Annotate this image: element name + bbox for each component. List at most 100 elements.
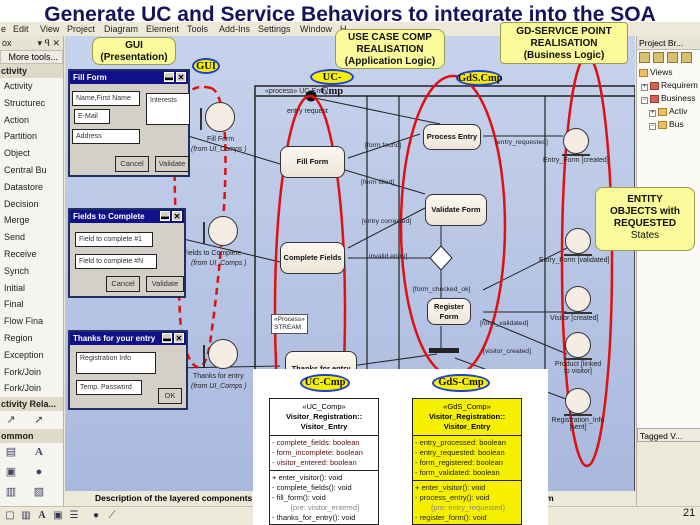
- image-icon[interactable]: ▨: [32, 485, 46, 499]
- toolbox-item-initial[interactable]: Initial: [0, 280, 63, 297]
- menu-window[interactable]: Window: [300, 24, 332, 34]
- tree-item-business[interactable]: − Business: [637, 92, 700, 105]
- toolbox-item-central-buffer[interactable]: Central Bu: [0, 162, 63, 179]
- close-icon[interactable]: ✕: [172, 211, 182, 221]
- tagged-values-panel: Tagged V...: [637, 428, 700, 506]
- field-to-complete-1[interactable]: Field to complete #1: [75, 232, 153, 247]
- toolbox-item-region[interactable]: Region: [0, 330, 63, 347]
- minimize-icon[interactable]: ▬: [164, 72, 174, 82]
- minimize-icon[interactable]: ▬: [160, 211, 170, 221]
- boundary-tool-icon[interactable]: ▢: [4, 510, 16, 522]
- toolbox-item-send[interactable]: Send: [0, 229, 63, 246]
- toolbox-item-partition[interactable]: Partition: [0, 128, 63, 145]
- validate-button[interactable]: Validate: [146, 276, 184, 292]
- cancel-button[interactable]: Cancel: [106, 276, 140, 292]
- note-icon[interactable]: ▥: [4, 485, 18, 499]
- text-icon[interactable]: A: [32, 445, 46, 459]
- toolbox-item-action[interactable]: Action: [0, 112, 63, 129]
- minimize-icon[interactable]: ▬: [162, 333, 172, 343]
- edge-label-form-found: [form found]: [365, 142, 402, 149]
- project-browser-header[interactable]: Project Br...: [637, 36, 700, 50]
- name-field[interactable]: Name,First Name: [72, 91, 140, 106]
- toolbox-controls[interactable]: ▾ ꟼ ✕: [38, 36, 61, 50]
- document-tool-icon[interactable]: ▥: [20, 510, 32, 522]
- note-tool-icon[interactable]: ▣: [52, 510, 64, 522]
- menu-tools[interactable]: Tools: [187, 24, 208, 34]
- entity-product-linked[interactable]: [565, 332, 591, 358]
- hyperlink-tool-icon[interactable]: ●: [90, 510, 102, 522]
- close-icon[interactable]: ✕: [176, 72, 186, 82]
- menu-view[interactable]: View: [40, 24, 59, 34]
- email-field[interactable]: E-Mail: [74, 109, 110, 124]
- toolbox-section-common[interactable]: ommon: [0, 429, 63, 444]
- new-model-icon[interactable]: [639, 52, 650, 63]
- interests-list[interactable]: Interests: [146, 93, 190, 125]
- more-tools-button[interactable]: More tools...: [0, 50, 63, 64]
- new-diagram-icon[interactable]: [667, 52, 678, 63]
- toolbox-item-exception[interactable]: Exception: [0, 347, 63, 364]
- menu-project[interactable]: Project: [67, 24, 95, 34]
- tab-description[interactable]: Description of the layered components: [95, 493, 252, 503]
- text-tool-icon[interactable]: A: [36, 510, 48, 522]
- action-complete-fields[interactable]: Complete Fields: [280, 242, 345, 274]
- toolbox-item-decision[interactable]: Decision: [0, 196, 63, 213]
- entity-entry-form-validated[interactable]: [565, 228, 591, 254]
- menu-file[interactable]: e: [1, 24, 6, 34]
- toolbox-item-datastore[interactable]: Datastore: [0, 179, 63, 196]
- class-member: - form_registered: boolean: [415, 458, 503, 467]
- close-icon[interactable]: ✕: [174, 333, 184, 343]
- new-folder-icon[interactable]: [653, 52, 664, 63]
- tree-item-bus[interactable]: − Bus: [637, 118, 700, 131]
- menu-settings[interactable]: Settings: [258, 24, 291, 34]
- toolbox-item-final[interactable]: Final: [0, 296, 63, 313]
- new-element-icon[interactable]: [681, 52, 692, 63]
- ui-boundary-thanks[interactable]: [208, 339, 238, 369]
- toolbox-item-fork-join[interactable]: Fork/Join: [0, 364, 63, 381]
- tree-item-views[interactable]: Views: [637, 66, 700, 79]
- entity-entry-form-created[interactable]: [563, 128, 589, 154]
- action-register-form[interactable]: Register Form: [427, 298, 471, 325]
- toolbox-item-fork-join-2[interactable]: Fork/Join: [0, 380, 63, 397]
- action-fill-form[interactable]: Fill Form: [280, 146, 345, 178]
- ok-button[interactable]: OK: [158, 388, 182, 404]
- tree-item-requirements[interactable]: + Requirem: [637, 79, 700, 92]
- class-member: - process_entry(): void: [415, 493, 490, 502]
- menu-edit[interactable]: Edit: [13, 24, 29, 34]
- uc-comp-class[interactable]: «UC_Comp» Visitor_Registration:: Visitor…: [269, 398, 379, 525]
- toolbox-item-activity[interactable]: Activity: [0, 78, 63, 95]
- entity-visitor-created[interactable]: [565, 286, 591, 312]
- toolbox-item-merge[interactable]: Merge: [0, 212, 63, 229]
- toolbox-item-object[interactable]: Object: [0, 145, 63, 162]
- field-to-complete-n[interactable]: Field to complete #N: [75, 254, 157, 269]
- toolbox-section-activity[interactable]: ctivity: [0, 64, 63, 78]
- action-process-entry[interactable]: Process Entry: [423, 124, 481, 150]
- entity-registration-info-sent[interactable]: [565, 388, 591, 414]
- control-flow-icon[interactable]: ↗: [4, 413, 18, 427]
- hyperlink-icon[interactable]: ●: [32, 465, 46, 479]
- registration-info-field[interactable]: Registration Info: [76, 352, 156, 374]
- cancel-button[interactable]: Cancel: [115, 156, 149, 172]
- object-flow-icon[interactable]: ➚: [32, 413, 46, 427]
- action-validate-form[interactable]: Validate Form: [425, 194, 487, 226]
- address-field[interactable]: Address: [72, 129, 140, 144]
- toolbox-item-receive[interactable]: Receive: [0, 246, 63, 263]
- ui-boundary-fields[interactable]: [208, 216, 238, 246]
- artifact-icon[interactable]: ▤: [4, 445, 18, 459]
- tagged-values-header[interactable]: Tagged V...: [637, 428, 700, 442]
- tree-item-activ[interactable]: + Activ: [637, 105, 700, 118]
- validate-button[interactable]: Validate: [155, 156, 189, 172]
- toolbox-item-flow-final[interactable]: Flow Fina: [0, 313, 63, 330]
- entity-label-visitor-created: Visitor [created]: [550, 315, 599, 322]
- toolbox-section-activity-relations[interactable]: ctivity Rela...: [0, 397, 63, 412]
- connector-tool-icon[interactable]: ⟋: [106, 510, 118, 522]
- menu-addins[interactable]: Add-Ins: [219, 24, 250, 34]
- ui-boundary-fill-form[interactable]: [205, 102, 235, 132]
- toolbox-item-structured[interactable]: Structurec: [0, 95, 63, 112]
- menu-element[interactable]: Element: [146, 24, 179, 34]
- document-icon[interactable]: ▣: [4, 465, 18, 479]
- temp-password-field[interactable]: Temp. Password: [76, 380, 142, 395]
- gds-comp-class[interactable]: «GdS_Comp» Visitor_Registration:: Visito…: [412, 398, 522, 525]
- list-tool-icon[interactable]: ☰: [68, 510, 80, 522]
- toolbox-item-synch[interactable]: Synch: [0, 263, 63, 280]
- menu-diagram[interactable]: Diagram: [104, 24, 138, 34]
